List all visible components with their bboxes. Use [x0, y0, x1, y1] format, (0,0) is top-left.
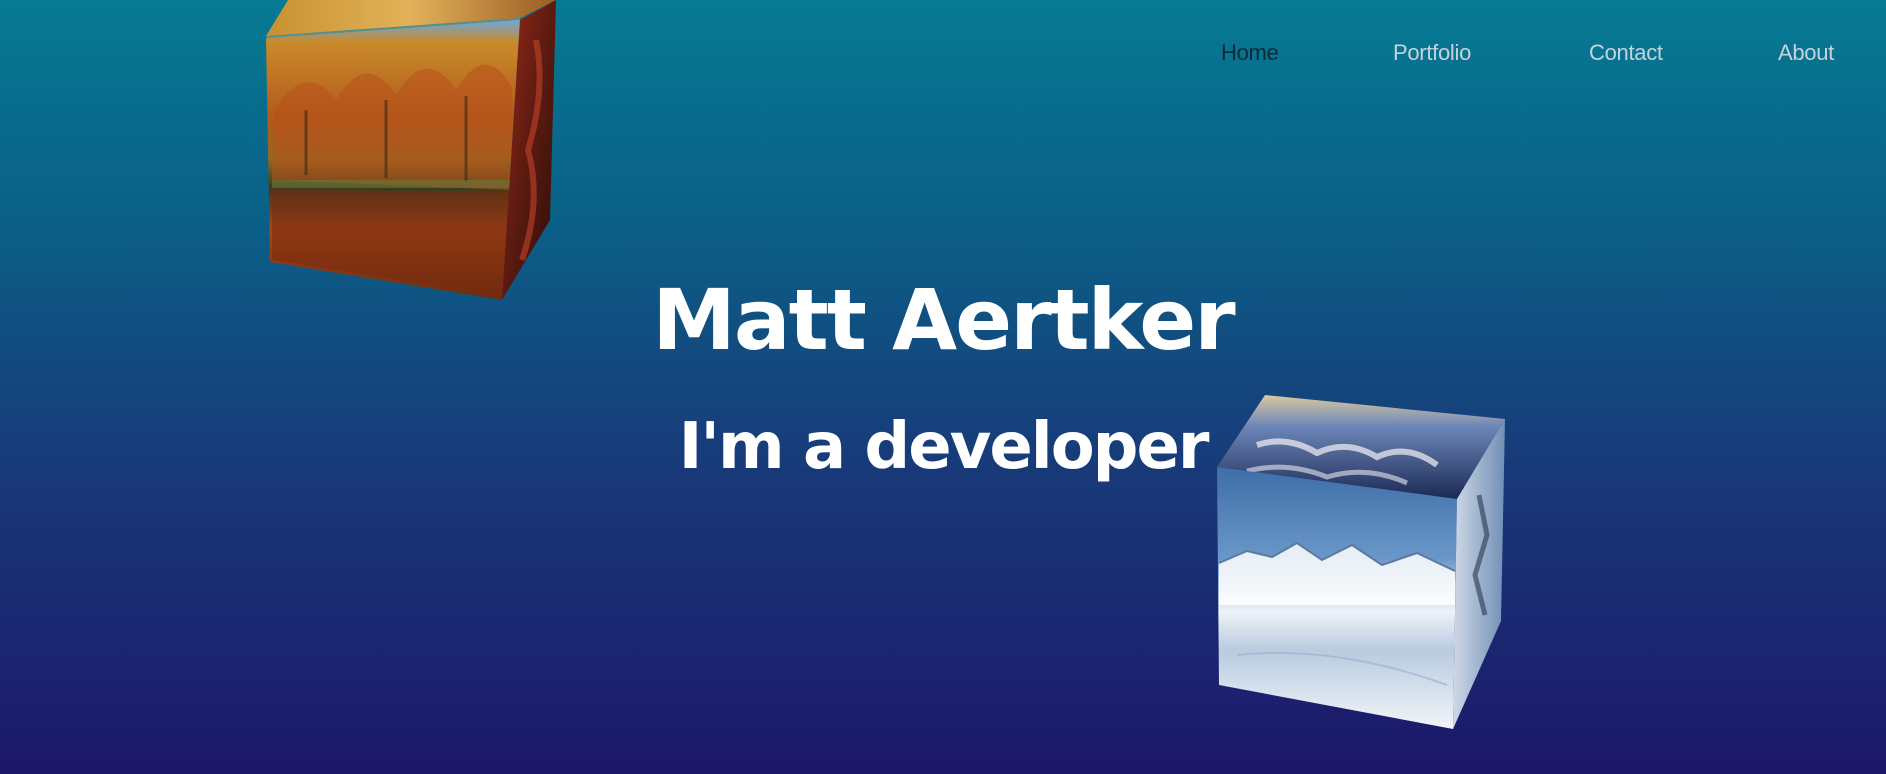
nav-link-about[interactable]: About — [1778, 40, 1834, 66]
nav-link-portfolio[interactable]: Portfolio — [1393, 40, 1471, 66]
winter-mountain-cube — [1217, 395, 1505, 729]
autumn-forest-cube — [266, 0, 556, 300]
nav-link-contact[interactable]: Contact — [1589, 40, 1663, 66]
nav-link-home[interactable]: Home — [1221, 40, 1279, 66]
hero-title: Matt Aertker — [652, 271, 1235, 370]
hero-subtitle: I'm a developer — [678, 410, 1210, 485]
